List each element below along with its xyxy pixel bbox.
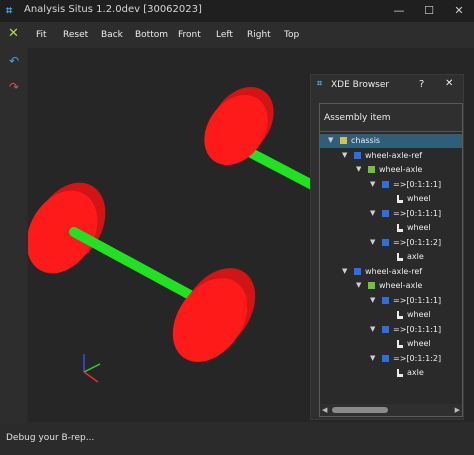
blue-square-icon <box>354 267 361 275</box>
close-button[interactable]: ✕ <box>444 0 474 22</box>
tree-row[interactable]: ▼ =>[0:1:1:1] <box>320 294 462 308</box>
tree-row[interactable]: ▼ wheel-axle <box>320 279 462 293</box>
expand-arrow-icon[interactable]: ▼ <box>328 136 333 144</box>
tree-row[interactable]: wheel <box>320 221 462 235</box>
tree-row-label: chassis <box>351 136 381 145</box>
tree-row[interactable]: ▼ wheel-axle <box>320 163 462 177</box>
tree-row-label: =>[0:1:1:1] <box>393 179 442 189</box>
expand-arrow-icon[interactable]: ▼ <box>356 281 361 289</box>
expand-arrow-icon[interactable]: ▼ <box>342 267 347 275</box>
tree-row-label: axle <box>407 368 424 377</box>
reset-button[interactable]: Reset <box>63 30 88 40</box>
tree-row[interactable]: ▼ =>[0:1:1:1] <box>320 178 462 192</box>
status-bar: Debug your B-rep... <box>0 424 474 455</box>
blue-square-icon <box>382 296 389 304</box>
part-icon <box>396 223 404 232</box>
part-icon <box>396 368 404 377</box>
triad-y-axis <box>83 363 101 373</box>
front-button[interactable]: Front <box>178 30 201 40</box>
tree-row[interactable]: ▼ =>[0:1:1:2] <box>320 352 462 366</box>
window-title: Analysis Situs 1.2.0dev [30062023] <box>24 4 202 15</box>
expand-arrow-icon[interactable]: ▼ <box>370 180 375 188</box>
tree-row[interactable]: ▼ chassis <box>320 134 462 148</box>
panel-close-button[interactable]: ✕ <box>445 78 453 89</box>
tree-row-label: wheel <box>407 339 431 348</box>
tree-row-label: =>[0:1:1:1] <box>393 324 442 334</box>
scroll-right-icon[interactable]: ▶ <box>455 406 460 414</box>
tree-row[interactable]: ▼ =>[0:1:1:1] <box>320 207 462 221</box>
maximize-button[interactable]: ☐ <box>414 0 444 22</box>
expand-arrow-icon[interactable]: ▼ <box>370 354 375 362</box>
redo-icon[interactable]: ↷ <box>7 80 21 94</box>
minimize-button[interactable]: — <box>384 0 414 22</box>
fit-x-icon[interactable]: ✕ <box>8 26 19 41</box>
tree-column-header: Assembly item <box>320 104 462 132</box>
green-square-icon <box>368 166 375 173</box>
axle-front <box>69 227 197 301</box>
triad-x-axis <box>83 371 99 383</box>
app-logo-icon: ⌗ <box>6 4 13 17</box>
column-header-label: Assembly item <box>324 113 391 123</box>
scroll-left-icon[interactable]: ◀ <box>322 406 327 414</box>
blue-square-icon <box>382 354 389 362</box>
tree-row-label: wheel <box>407 194 431 203</box>
part-icon <box>396 310 404 319</box>
blue-square-icon <box>382 238 389 246</box>
tree-row[interactable]: wheel <box>320 192 462 206</box>
blue-square-icon <box>354 151 361 159</box>
tree-row-label: wheel-axle <box>379 281 423 290</box>
tree-row[interactable]: ▼ =>[0:1:1:2] <box>320 236 462 250</box>
part-icon <box>396 252 404 261</box>
view-toolbar: ✕ Fit Reset Back Bottom Front Left Right… <box>0 22 474 48</box>
back-button[interactable]: Back <box>101 30 123 40</box>
tree-row[interactable]: ▼ =>[0:1:1:1] <box>320 323 462 337</box>
tree-row[interactable]: ▼ wheel-axle-ref <box>320 149 462 163</box>
tree-row[interactable]: wheel <box>320 308 462 322</box>
yellow-square-icon <box>340 137 347 144</box>
tree-row-label: =>[0:1:1:2] <box>393 237 442 247</box>
tree-row-label: wheel <box>407 223 431 232</box>
xde-browser-title: XDE Browser <box>331 80 390 90</box>
blue-square-icon <box>382 325 389 333</box>
right-button[interactable]: Right <box>247 30 271 40</box>
expand-arrow-icon[interactable]: ▼ <box>370 209 375 217</box>
window-titlebar: ⌗ Analysis Situs 1.2.0dev [30062023] — ☐… <box>0 0 474 22</box>
xde-browser-header: ⌗ XDE Browser ? ✕ <box>311 75 463 95</box>
status-text: Debug your B-rep... <box>6 433 95 443</box>
blue-square-icon <box>382 209 389 217</box>
tree-row-label: wheel-axle-ref <box>365 266 423 276</box>
left-sidebar: ↶ ↷ <box>0 48 26 424</box>
tree-row[interactable]: ▼ wheel-axle-ref <box>320 265 462 279</box>
expand-arrow-icon[interactable]: ▼ <box>370 296 375 304</box>
expand-arrow-icon[interactable]: ▼ <box>370 238 375 246</box>
xde-logo-icon: ⌗ <box>317 79 323 89</box>
green-square-icon <box>368 282 375 289</box>
expand-arrow-icon[interactable]: ▼ <box>356 165 361 173</box>
tree-row[interactable]: wheel <box>320 337 462 351</box>
undo-icon[interactable]: ↶ <box>7 54 21 68</box>
bottom-button[interactable]: Bottom <box>135 30 168 40</box>
xde-browser-panel: ⌗ XDE Browser ? ✕ Assembly item ▼ chassis… <box>310 74 464 420</box>
tree-row[interactable]: axle <box>320 250 462 264</box>
expand-arrow-icon[interactable]: ▼ <box>370 325 375 333</box>
tree-row-label: wheel <box>407 310 431 319</box>
help-button[interactable]: ? <box>419 79 424 90</box>
left-button[interactable]: Left <box>216 30 233 40</box>
fit-button[interactable]: Fit <box>36 30 47 40</box>
tree-row[interactable]: axle <box>320 366 462 380</box>
part-icon <box>396 194 404 203</box>
tree-row-label: axle <box>407 252 424 261</box>
blue-square-icon <box>382 180 389 188</box>
tree-row-label: wheel-axle <box>379 165 423 174</box>
tree-row-label: =>[0:1:1:1] <box>393 208 442 218</box>
top-button[interactable]: Top <box>284 30 299 40</box>
assembly-tree[interactable]: Assembly item ▼ chassis ▼ wheel-axle-ref ▼ wh… <box>319 103 463 417</box>
expand-arrow-icon[interactable]: ▼ <box>342 151 347 159</box>
tree-row-label: wheel-axle-ref <box>365 150 423 160</box>
horizontal-scrollbar[interactable]: ◀ ▶ <box>320 404 462 416</box>
scroll-thumb[interactable] <box>332 407 388 413</box>
part-icon <box>396 339 404 348</box>
tree-row-label: =>[0:1:1:2] <box>393 353 442 363</box>
tree-row-label: =>[0:1:1:1] <box>393 295 442 305</box>
